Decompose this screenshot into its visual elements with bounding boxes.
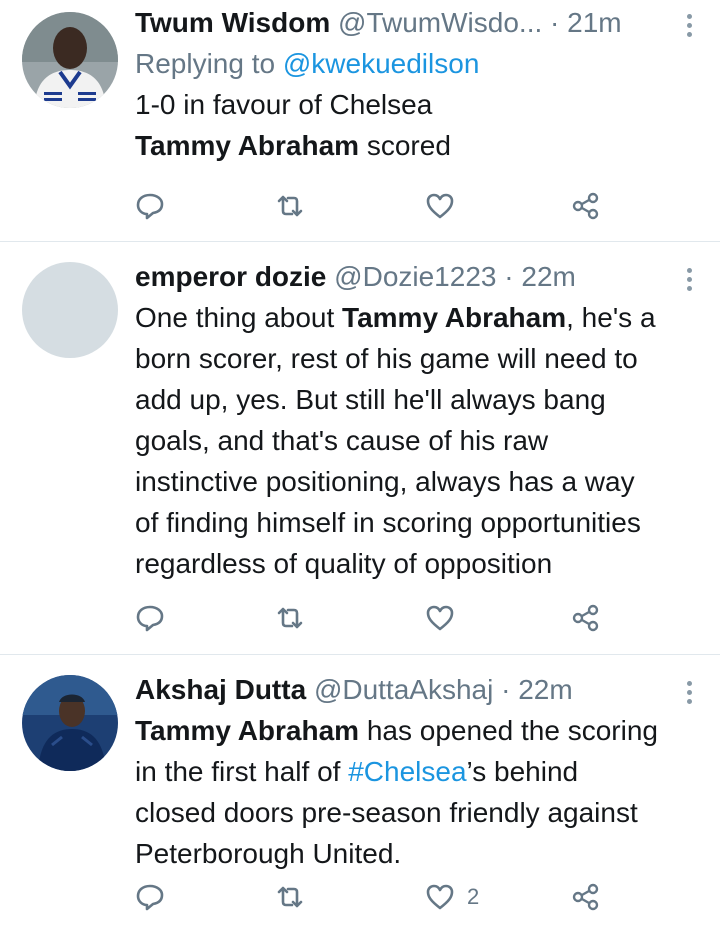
avatar[interactable] xyxy=(22,12,118,108)
text-fragment: ’s behind xyxy=(466,756,579,787)
tweet[interactable]: Twum Wisdom @TwumWisdo... · 21m Replying… xyxy=(0,0,720,242)
like-button[interactable]: 2 xyxy=(425,879,479,915)
share-icon xyxy=(572,604,599,632)
reply-button[interactable] xyxy=(135,600,165,636)
text-line: Peterborough United. xyxy=(135,838,402,869)
heart-icon xyxy=(426,884,454,910)
text-line: instinctive positioning, always has a wa… xyxy=(135,466,635,497)
like-count: 2 xyxy=(467,884,480,909)
text-line: One thing about Tammy Abraham, he's a xyxy=(135,297,700,338)
text-line: in the first half of #Chelsea’s behind xyxy=(135,751,700,792)
user-handle[interactable]: @TwumWisdo... xyxy=(338,7,542,38)
text-line: goals, and that's cause of his raw xyxy=(135,425,549,456)
separator: · xyxy=(493,674,519,705)
hashtag-link[interactable]: #Chelsea xyxy=(348,756,466,787)
share-button[interactable] xyxy=(571,600,601,636)
more-options-icon[interactable] xyxy=(686,268,694,294)
retweet-icon xyxy=(277,195,303,217)
heart-icon xyxy=(426,605,454,631)
tweet-text: One thing about Tammy Abraham, he's a bo… xyxy=(135,297,700,584)
separator: · xyxy=(550,7,560,38)
share-icon xyxy=(572,883,599,911)
text-line: Tammy Abraham has opened the scoring xyxy=(135,710,700,751)
retweet-button[interactable] xyxy=(275,188,305,224)
tweet-header: Akshaj Dutta @DuttaAkshaj · 22m xyxy=(135,669,700,710)
display-name[interactable]: Twum Wisdom xyxy=(135,7,330,38)
text-fragment: One thing about xyxy=(135,302,343,333)
share-button[interactable] xyxy=(571,188,601,224)
share-button[interactable] xyxy=(571,879,601,915)
user-handle[interactable]: @DuttaAkshaj xyxy=(314,674,493,705)
tweet-text: Tammy Abraham has opened the scoring in … xyxy=(135,710,700,874)
more-options-icon[interactable] xyxy=(686,681,694,707)
reply-button[interactable] xyxy=(135,188,165,224)
text-fragment: has opened the scoring xyxy=(359,715,658,746)
highlighted-term: Tammy Abraham xyxy=(135,130,360,161)
text-line: closed doors pre-season friendly against xyxy=(135,797,638,828)
retweet-icon xyxy=(277,607,303,629)
reply-handle-link[interactable]: @kwekuedilson xyxy=(283,48,480,79)
text-line: Tammy Abraham scored xyxy=(135,125,700,166)
text-line: born scorer, rest of his game will need … xyxy=(135,343,638,374)
reply-context: Replying to @kwekuedilson xyxy=(135,43,700,84)
highlighted-term: Tammy Abraham xyxy=(342,302,567,333)
separator: · xyxy=(496,261,522,292)
avatar[interactable] xyxy=(22,675,118,771)
tweet-text: 1-0 in favour of Chelsea Tammy Abraham s… xyxy=(135,84,700,166)
avatar[interactable] xyxy=(22,262,118,358)
tweet-header: Twum Wisdom @TwumWisdo... · 21m xyxy=(135,2,700,43)
share-icon xyxy=(572,192,599,220)
like-button[interactable] xyxy=(425,188,467,224)
retweet-icon xyxy=(277,886,303,908)
text-line: 1-0 in favour of Chelsea xyxy=(135,89,433,120)
text-line: of finding himself in scoring opportunit… xyxy=(135,507,641,538)
tweet[interactable]: emperor dozie @Dozie1223 · 22m One thing… xyxy=(0,242,720,655)
avatar-photo xyxy=(22,12,118,108)
reply-icon xyxy=(136,605,164,632)
highlighted-term: Tammy Abraham xyxy=(135,715,360,746)
text-fragment: , he's a xyxy=(566,302,656,333)
retweet-button[interactable] xyxy=(275,600,305,636)
timestamp[interactable]: 21m xyxy=(567,7,621,38)
timestamp[interactable]: 22m xyxy=(518,674,572,705)
text-fragment: in the first half of xyxy=(135,756,349,787)
reply-prefix: Replying to xyxy=(135,48,283,79)
tweet-actions xyxy=(135,600,605,636)
tweet-header: emperor dozie @Dozie1223 · 22m xyxy=(135,256,700,297)
tweet-actions xyxy=(135,188,605,224)
reply-icon xyxy=(136,193,164,220)
display-name[interactable]: emperor dozie xyxy=(135,261,326,292)
like-button[interactable] xyxy=(425,600,467,636)
tweet[interactable]: Akshaj Dutta @DuttaAkshaj · 22m Tammy Ab… xyxy=(0,655,720,935)
timestamp[interactable]: 22m xyxy=(521,261,575,292)
user-handle[interactable]: @Dozie1223 xyxy=(334,261,496,292)
retweet-button[interactable] xyxy=(275,879,305,915)
avatar-photo xyxy=(22,675,118,771)
heart-icon xyxy=(426,193,454,219)
more-options-icon[interactable] xyxy=(686,14,694,40)
tweet-actions: 2 xyxy=(135,879,605,915)
text-fragment: scored xyxy=(359,130,451,161)
reply-icon xyxy=(136,884,164,911)
text-line: regardless of quality of opposition xyxy=(135,548,553,579)
text-line: add up, yes. But still he'll always bang xyxy=(135,384,606,415)
display-name[interactable]: Akshaj Dutta xyxy=(135,674,306,705)
reply-button[interactable] xyxy=(135,879,165,915)
